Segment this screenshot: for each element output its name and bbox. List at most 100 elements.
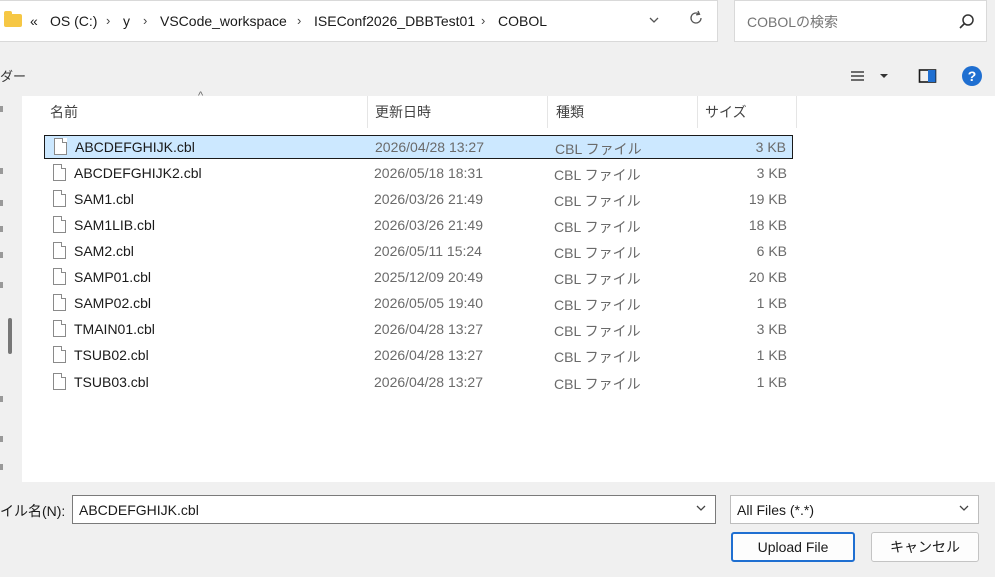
filename-input[interactable] <box>77 500 681 520</box>
file-name: ABCDEFGHIJK.cbl <box>75 139 195 155</box>
file-type: CBL ファイル <box>554 193 641 209</box>
view-options-chevron-down-icon[interactable] <box>878 66 898 86</box>
nav-item-marker <box>0 226 3 232</box>
file-date: 2026/03/26 21:49 <box>374 217 483 233</box>
breadcrumb-y[interactable]: y <box>123 13 130 29</box>
column-header-size[interactable]: サイズ <box>705 100 747 128</box>
toolbar-new-folder-label[interactable]: ダー <box>0 66 26 85</box>
file-size: 3 KB <box>756 321 787 337</box>
file-row[interactable]: ABCDEFGHIJK.cbl 2026/04/28 13:27 CBL ファイ… <box>44 135 793 159</box>
preview-pane-icon[interactable] <box>918 66 938 86</box>
file-date: 2026/05/05 19:40 <box>374 295 483 311</box>
file-type: CBL ファイル <box>554 349 641 365</box>
view-list-icon[interactable] <box>850 66 870 86</box>
file-icon <box>53 190 66 207</box>
navigation-pane[interactable] <box>0 96 22 482</box>
file-row[interactable]: SAMP01.cbl 2025/12/09 20:49 CBL ファイル 20 … <box>44 266 793 290</box>
breadcrumb-overflow[interactable]: « <box>30 13 38 29</box>
file-row[interactable]: TMAIN01.cbl 2026/04/28 13:27 CBL ファイル 3 … <box>44 318 793 342</box>
search-input[interactable] <box>745 11 949 33</box>
file-row[interactable]: SAMP02.cbl 2026/05/05 19:40 CBL ファイル 1 K… <box>44 292 793 316</box>
help-icon[interactable]: ? <box>962 66 982 86</box>
file-icon <box>53 164 66 181</box>
breadcrumb-separator-icon[interactable]: › <box>106 13 110 28</box>
filename-label: イル名(N): <box>0 503 66 519</box>
breadcrumb-separator-icon[interactable]: › <box>481 13 485 28</box>
file-icon <box>53 346 66 363</box>
breadcrumb-os-c[interactable]: OS (C:) <box>50 13 97 29</box>
address-bar[interactable]: « OS (C:) › y › VSCode_workspace › ISECo… <box>0 0 718 42</box>
file-icon <box>53 294 66 311</box>
file-type: CBL ファイル <box>554 297 641 313</box>
nav-item-marker <box>0 464 3 470</box>
file-icon <box>53 320 66 337</box>
search-box[interactable] <box>734 0 987 42</box>
file-row[interactable]: SAM2.cbl 2026/05/11 15:24 CBL ファイル 6 KB <box>44 240 793 264</box>
file-type: CBL ファイル <box>554 245 641 261</box>
file-size: 3 KB <box>756 165 787 181</box>
file-row[interactable]: TSUB03.cbl 2026/04/28 13:27 CBL ファイル 1 K… <box>44 371 793 395</box>
file-date: 2026/04/28 13:27 <box>374 347 483 363</box>
nav-scrollbar[interactable] <box>8 318 12 354</box>
breadcrumb-separator-icon[interactable]: › <box>297 13 301 28</box>
column-divider[interactable] <box>547 96 548 128</box>
breadcrumb-iseconf[interactable]: ISEConf2026_DBBTest01 <box>314 13 475 29</box>
file-date: 2026/05/11 15:24 <box>374 243 482 259</box>
column-divider[interactable] <box>796 96 797 128</box>
file-date: 2025/12/09 20:49 <box>374 269 483 285</box>
file-date: 2026/04/28 13:27 <box>374 321 483 337</box>
file-name: SAM1LIB.cbl <box>74 217 155 233</box>
file-size: 6 KB <box>756 243 787 259</box>
file-row[interactable]: ABCDEFGHIJK2.cbl 2026/05/18 18:31 CBL ファ… <box>44 162 793 186</box>
file-type: CBL ファイル <box>554 167 641 183</box>
file-type: CBL ファイル <box>554 219 641 235</box>
file-size: 20 KB <box>748 269 787 285</box>
file-name: SAM1.cbl <box>74 191 134 207</box>
file-icon <box>53 216 66 233</box>
nav-item-marker <box>0 436 3 442</box>
nav-item-marker <box>0 168 3 174</box>
file-row[interactable]: SAM1LIB.cbl 2026/03/26 21:49 CBL ファイル 18… <box>44 214 793 238</box>
file-size: 3 KB <box>755 139 786 155</box>
file-icon <box>53 373 66 390</box>
file-name: SAM2.cbl <box>74 243 134 259</box>
chevron-down-icon[interactable] <box>958 502 970 517</box>
column-divider[interactable] <box>367 96 368 128</box>
breadcrumb-cobol[interactable]: COBOL <box>498 13 547 29</box>
column-divider[interactable] <box>697 96 698 128</box>
breadcrumb-separator-icon[interactable]: › <box>143 13 147 28</box>
file-date: 2026/04/28 13:27 <box>375 139 484 155</box>
cancel-button[interactable]: キャンセル <box>871 532 979 562</box>
sort-ascending-icon: ^ <box>198 90 204 102</box>
file-date: 2026/05/18 18:31 <box>374 165 483 181</box>
file-type: CBL ファイル <box>554 323 641 339</box>
column-header-type[interactable]: 種類 <box>556 100 584 128</box>
search-icon[interactable] <box>958 13 976 31</box>
file-date: 2026/03/26 21:49 <box>374 191 483 207</box>
column-header-name[interactable]: 名前 <box>50 100 78 128</box>
filetype-value: All Files (*.*) <box>737 502 815 518</box>
filetype-select[interactable]: All Files (*.*) <box>730 495 979 524</box>
filename-combobox[interactable] <box>72 495 716 524</box>
column-header-date[interactable]: 更新日時 <box>375 100 431 128</box>
file-size: 1 KB <box>756 374 787 390</box>
nav-item-marker <box>0 106 3 112</box>
file-name: ABCDEFGHIJK2.cbl <box>74 165 202 181</box>
file-row[interactable]: SAM1.cbl 2026/03/26 21:49 CBL ファイル 19 KB <box>44 188 793 212</box>
upload-file-button[interactable]: Upload File <box>731 532 855 562</box>
refresh-icon[interactable] <box>683 9 709 35</box>
address-dropdown-icon[interactable] <box>641 9 667 35</box>
file-size: 1 KB <box>756 347 787 363</box>
file-size: 18 KB <box>748 217 787 233</box>
file-name: SAMP01.cbl <box>74 269 152 285</box>
file-size: 19 KB <box>748 191 787 207</box>
chevron-down-icon[interactable] <box>695 502 707 517</box>
breadcrumb-vscode-workspace[interactable]: VSCode_workspace <box>160 13 287 29</box>
nav-item-marker <box>0 396 3 402</box>
file-icon <box>53 242 66 259</box>
file-size: 1 KB <box>756 295 787 311</box>
nav-item-marker <box>0 200 3 206</box>
file-row[interactable]: TSUB02.cbl 2026/04/28 13:27 CBL ファイル 1 K… <box>44 344 793 368</box>
file-name: TSUB02.cbl <box>74 347 149 363</box>
nav-item-marker <box>0 282 3 288</box>
